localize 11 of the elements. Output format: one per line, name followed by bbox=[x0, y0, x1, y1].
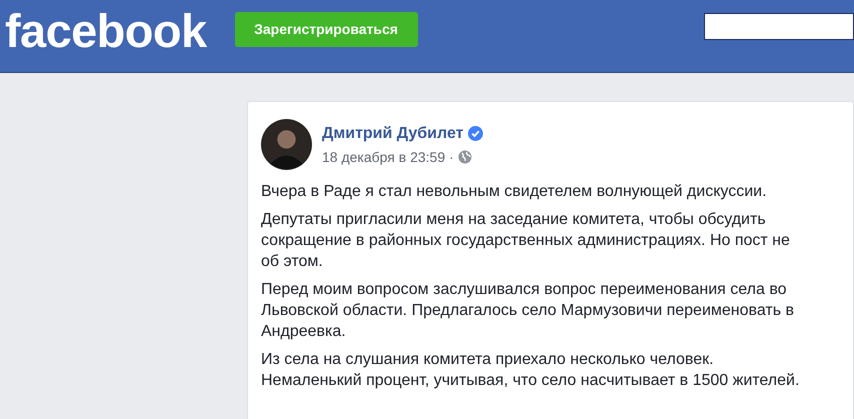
post-paragraph: Перед моим вопросом заслушивался вопрос переименования села во Львовской области. Предлагалось село Мармузовичи переименовать в Андреевка. bbox=[261, 280, 795, 342]
post-paragraph: Депутаты пригласили меня на заседание комитета, чтобы обсудить сокращение в районных государственных администрациях. Но пост не об этом. bbox=[261, 210, 791, 272]
author-name[interactable]: Дмитрий Дубилет bbox=[322, 124, 464, 142]
post-paragraph: Вчера в Раде я стал невольным свидетелем волнующей дискуссии. bbox=[261, 182, 768, 202]
facebook-logo[interactable]: facebook bbox=[5, 6, 207, 54]
post-paragraph: Из села на слушания комитета приехало несколько человек. Немаленький процент, учитывая, что село насчитывает в 1500 жителей. bbox=[261, 350, 800, 391]
email-field[interactable] bbox=[704, 13, 854, 40]
post-date[interactable]: 18 декабря в 23:59 bbox=[322, 148, 446, 164]
avatar-icon[interactable] bbox=[261, 119, 312, 170]
globe-icon bbox=[458, 150, 472, 164]
separator: · bbox=[449, 148, 454, 164]
